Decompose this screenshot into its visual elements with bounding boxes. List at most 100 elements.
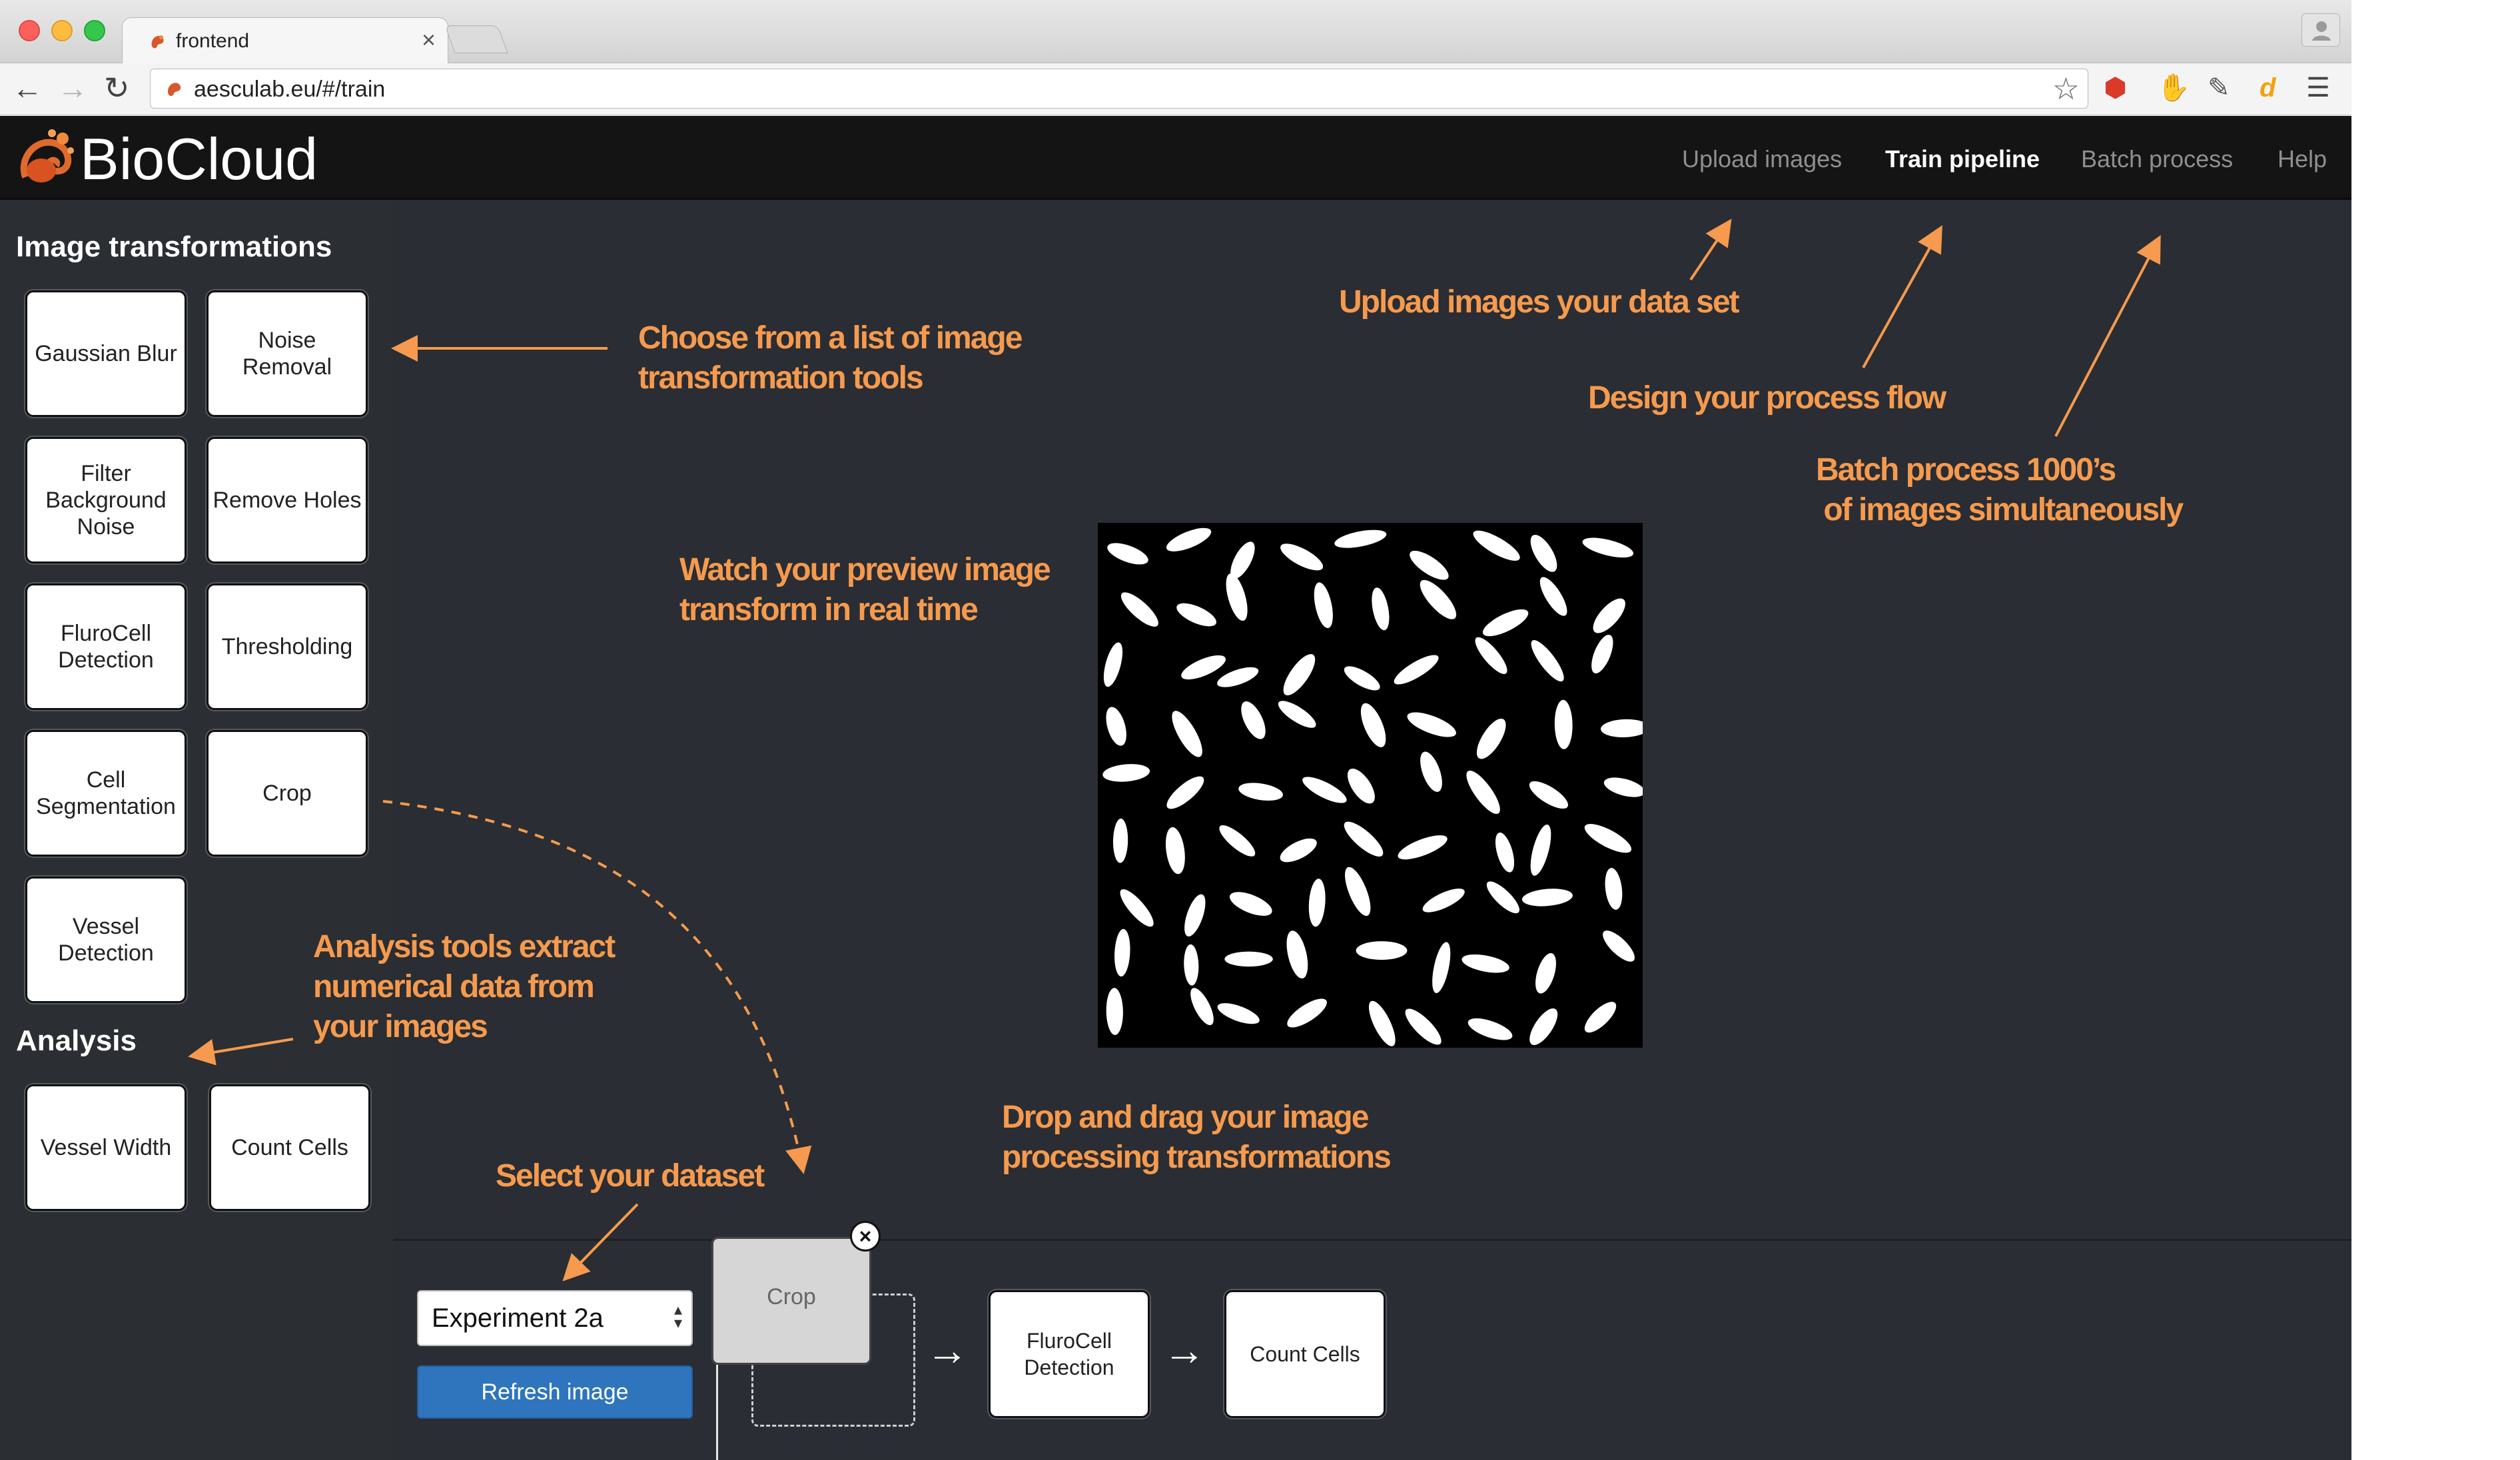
cell-blob [1584, 824, 1632, 853]
remove-node-icon[interactable]: × [850, 1221, 881, 1252]
annotation-line: transform in real time [679, 592, 979, 627]
cell-blob [1582, 538, 1634, 558]
profile-button[interactable] [2302, 13, 2340, 47]
tool-remove-holes[interactable]: Remove Holes [207, 437, 368, 563]
cell-blob [1466, 770, 1500, 815]
pipeline-node-flurocell-detection[interactable]: FluroCell Detection [989, 1290, 1150, 1418]
annotation-line: of images simultaneously [1816, 492, 2184, 528]
nav-upload-images[interactable]: Upload images [1682, 145, 1842, 173]
annotation-upload: Upload images your data set [1339, 282, 1740, 322]
cell-blob [1190, 988, 1214, 1026]
image-transformations-title: Image transformations [16, 230, 332, 263]
cell-blob [1529, 1008, 1558, 1046]
tool-thresholding[interactable]: Thresholding [207, 583, 368, 710]
cell-blob [1166, 528, 1212, 551]
cell-blob [1372, 587, 1390, 631]
tool-flurocell-detection[interactable]: FluroCell Detection [25, 583, 187, 710]
forward-button[interactable]: → [57, 71, 88, 105]
annotation-choose-tools: Choose from a list of image transformati… [638, 318, 1023, 398]
window-close-button[interactable] [19, 20, 40, 41]
dataset-select[interactable]: Experiment 2a ▴ ▾ [417, 1290, 693, 1346]
address-bar[interactable]: aesculab.eu/#/train ☆ [150, 69, 2088, 109]
cell-blob [1476, 718, 1506, 759]
tool-cell-segmentation[interactable]: Cell Segmentation [25, 730, 187, 857]
tool-vessel-detection[interactable]: Vessel Detection [25, 877, 187, 1003]
tool-count-cells[interactable]: Count Cells [209, 1084, 370, 1211]
tab-close-icon[interactable]: × [422, 26, 436, 54]
cell-blob [1584, 1002, 1617, 1033]
analysis-title: Analysis [16, 1024, 137, 1057]
nav-train-pipeline[interactable]: Train pipeline [1885, 145, 2040, 173]
cell-blob [1334, 530, 1387, 548]
annotation-line: numerical data from [313, 969, 595, 1004]
cell-blob [1405, 1008, 1442, 1045]
cell-blob [1112, 819, 1128, 863]
cell-blob [1345, 867, 1371, 916]
logo-text: BioCloud [80, 126, 318, 192]
page-margin [2351, 0, 2520, 1460]
annotation-watch: Watch your preview image transform in re… [679, 550, 1051, 630]
tool-filter-background-noise[interactable]: Filter Background Noise [25, 437, 187, 563]
annotation-line: transformation tools [638, 360, 924, 396]
tab-title: frontend [176, 30, 250, 52]
cell-blob [1286, 930, 1308, 978]
nav-help[interactable]: Help [2278, 145, 2327, 173]
extension-tool-icon[interactable]: ✎ [2208, 71, 2230, 105]
cell-blob [1172, 711, 1202, 757]
cell-blob [1107, 543, 1148, 565]
cell-blob [1420, 579, 1457, 619]
cell-blob [1106, 707, 1126, 746]
cell-blob [1539, 577, 1567, 616]
browser-menu-icon[interactable]: ☰ [2306, 71, 2330, 105]
cell-blob [1184, 944, 1199, 986]
cell-blob [1535, 953, 1556, 994]
dataset-select-value: Experiment 2a [432, 1303, 604, 1333]
cell-blob [1495, 832, 1515, 873]
cell-blob [1280, 544, 1324, 571]
cell-blob [1356, 941, 1408, 960]
user-icon [2312, 21, 2331, 41]
annotation-line: Batch process 1000’s [1816, 452, 2116, 488]
pipeline-node-crop-dragging[interactable]: Crop [711, 1237, 871, 1365]
pipeline-arrow-icon: → [926, 1326, 969, 1374]
annotation-line: your images [313, 1009, 488, 1044]
cell-blob [1530, 534, 1557, 572]
cell-blob [1344, 821, 1384, 857]
bookmark-star-icon[interactable]: ☆ [2052, 71, 2080, 107]
pipeline-arrow-icon: → [1163, 1326, 1206, 1374]
window-zoom-button[interactable] [84, 20, 105, 41]
cell-blob [1308, 879, 1326, 927]
cell-blob [1347, 768, 1375, 804]
tool-gaussian-blur[interactable]: Gaussian Blur [25, 290, 187, 417]
cell-blob [1344, 666, 1380, 691]
reload-button[interactable]: ↻ [104, 71, 130, 105]
url-text: aesculab.eu/#/train [194, 77, 386, 102]
annotation-line: Upload images your data set [1339, 284, 1740, 320]
cell-blob [1462, 954, 1509, 973]
browser-tab[interactable]: frontend × [122, 17, 448, 64]
cell-blob [1530, 825, 1551, 876]
cell-blob [1287, 998, 1327, 1028]
extension-adblock-icon[interactable]: ⬢ [2104, 71, 2127, 105]
extension-evernote-icon[interactable]: ✋ [2157, 71, 2190, 105]
cell-blob [1603, 930, 1635, 962]
pipeline-node-count-cells[interactable]: Count Cells [1224, 1290, 1386, 1418]
cell-blob [1314, 582, 1333, 629]
tool-noise-removal[interactable]: Noise Removal [207, 290, 368, 417]
cell-blob [1591, 634, 1613, 674]
extension-d-icon[interactable]: d [2260, 71, 2276, 105]
cell-blob [1593, 598, 1625, 633]
tool-crop[interactable]: Crop [207, 730, 368, 857]
cell-blob [1217, 667, 1259, 687]
new-tab-button[interactable] [444, 25, 508, 53]
annotation-select: Select your dataset [496, 1156, 765, 1196]
back-button[interactable]: ← [12, 71, 43, 105]
refresh-image-button[interactable]: Refresh image [417, 1365, 693, 1419]
cell-blob [1603, 777, 1643, 797]
drag-guide-line [716, 1365, 718, 1460]
tool-vessel-width[interactable]: Vessel Width [25, 1084, 187, 1211]
cell-blob [1302, 777, 1347, 803]
nav-batch-process[interactable]: Batch process [2081, 145, 2233, 173]
window-minimize-button[interactable] [51, 20, 73, 41]
cell-blob [1176, 603, 1216, 627]
